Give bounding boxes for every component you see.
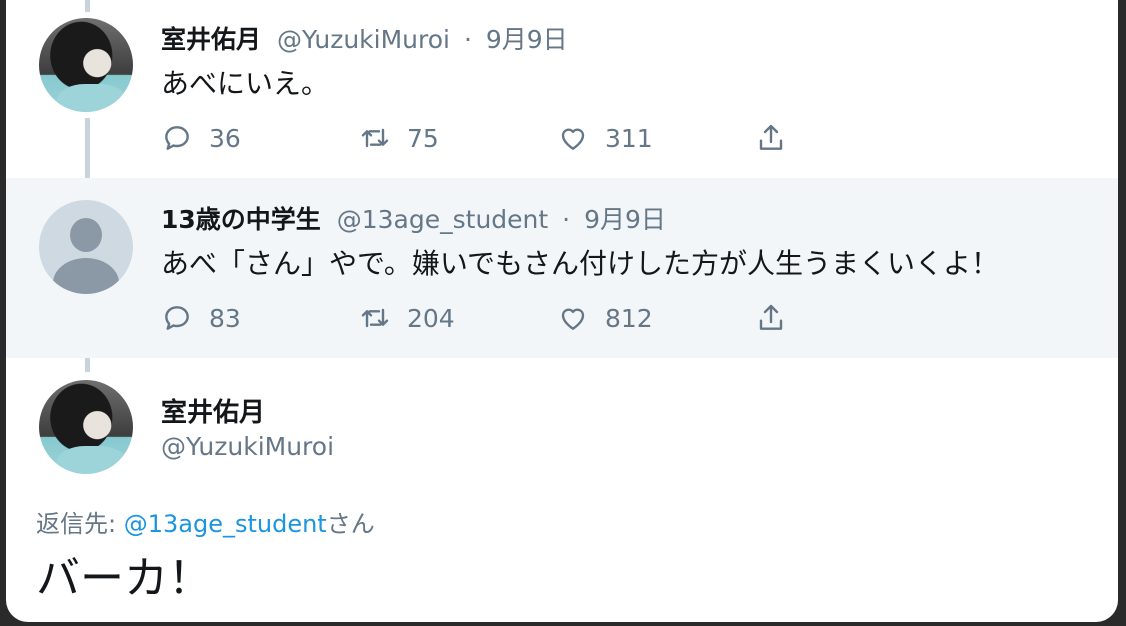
- tweet-date[interactable]: 9月9日: [584, 205, 666, 234]
- tweet-text: あべ「さん」やで。嫌いでもさん付けした方が人生うまくいくよ！: [161, 247, 1000, 280]
- share-icon: [759, 304, 783, 330]
- tweet-author-name[interactable]: 室井佑月: [161, 25, 261, 54]
- like-icon: [561, 308, 585, 330]
- tweet-thread-card: 室井佑月 @YuzukiMuroi · 9月9日 あべにいえ。 36 75 31…: [6, 0, 1118, 622]
- reply-button[interactable]: 83: [161, 298, 241, 338]
- tweet-date[interactable]: 9月9日: [486, 25, 568, 54]
- main-tweet-text: バーカ！: [36, 553, 212, 604]
- share-button[interactable]: [755, 298, 787, 338]
- tweet-author-handle[interactable]: @YuzukiMuroi: [277, 25, 450, 54]
- like-icon: [561, 128, 585, 150]
- like-button[interactable]: 311: [557, 118, 653, 158]
- tweet-text: あべにいえ。: [161, 67, 330, 100]
- main-tweet-author-handle[interactable]: @YuzukiMuroi: [161, 432, 334, 461]
- reply-to-suffix: さん: [326, 510, 375, 538]
- reply-to-line: 返信先: @13age_studentさん: [36, 504, 375, 539]
- reply-button[interactable]: 36: [161, 118, 241, 158]
- like-button[interactable]: 812: [557, 298, 653, 338]
- tweet-1[interactable]: 室井佑月 @YuzukiMuroi · 9月9日 あべにいえ。 36 75 31…: [6, 0, 1118, 178]
- reply-mention-link[interactable]: @13age_student: [124, 510, 327, 538]
- retweet-icon: [361, 308, 389, 328]
- main-tweet: 室井佑月 @YuzukiMuroi 返信先: @13age_studentさん …: [6, 358, 1118, 622]
- share-button[interactable]: [755, 118, 787, 158]
- like-count: 812: [605, 303, 653, 333]
- share-icon: [759, 124, 783, 150]
- reply-count: 83: [209, 303, 241, 333]
- tweet-author-handle[interactable]: @13age_student: [337, 205, 548, 234]
- retweet-count: 75: [407, 123, 439, 153]
- tweet-2[interactable]: 13歳の中学生 @13age_student · 9月9日 あべ「さん」やで。嫌…: [6, 178, 1118, 358]
- retweet-button[interactable]: 204: [359, 298, 455, 338]
- retweet-icon: [361, 128, 389, 148]
- avatar[interactable]: [39, 18, 133, 112]
- separator-dot: ·: [463, 25, 472, 54]
- reply-icon: [165, 126, 189, 150]
- avatar[interactable]: [39, 380, 133, 474]
- reply-count: 36: [209, 123, 241, 153]
- default-avatar[interactable]: [39, 200, 133, 294]
- retweet-count: 204: [407, 303, 455, 333]
- separator-dot: ·: [562, 205, 571, 234]
- like-count: 311: [605, 123, 653, 153]
- reply-icon: [165, 306, 189, 330]
- tweet-author-name[interactable]: 13歳の中学生: [161, 205, 321, 234]
- retweet-button[interactable]: 75: [359, 118, 439, 158]
- default-avatar-icon: [70, 218, 102, 252]
- main-tweet-author-name[interactable]: 室井佑月: [161, 392, 265, 429]
- reply-to-prefix: 返信先:: [36, 510, 124, 538]
